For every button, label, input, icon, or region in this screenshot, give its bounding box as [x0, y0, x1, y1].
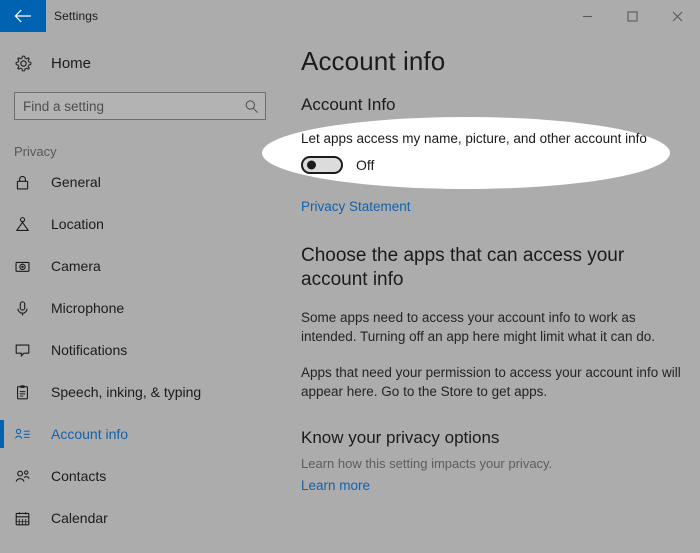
sidebar-item-contacts-label: Contacts — [51, 468, 107, 484]
people-icon — [14, 468, 36, 485]
account-info-toggle-description: Let apps access my name, picture, and ot… — [301, 131, 647, 146]
sidebar-item-account-info-label: Account info — [51, 426, 129, 442]
sidebar-item-contacts[interactable]: Contacts — [0, 455, 285, 497]
account-info-toggle-row: Off — [301, 156, 661, 174]
search-input[interactable] — [15, 93, 237, 119]
choose-apps-paragraph-1: Some apps need to access your account in… — [301, 309, 655, 345]
main-content: Account info Account Info Privacy Statem… — [285, 32, 700, 553]
sidebar-item-location-label: Location — [51, 216, 104, 232]
sidebar-item-general-label: General — [51, 174, 101, 190]
toggle-knob — [307, 160, 316, 170]
sidebar-section-label: Privacy — [14, 144, 57, 159]
account-info-group-title: Account Info — [301, 95, 396, 114]
sidebar-item-notifications-label: Notifications — [51, 342, 128, 358]
location-pin-icon — [14, 216, 36, 233]
contact-card-icon — [14, 426, 36, 443]
sidebar-item-general[interactable]: General — [0, 161, 285, 203]
sidebar-item-calendar[interactable]: Calendar — [0, 497, 285, 539]
highlighted-toggle-group: Let apps access my name, picture, and ot… — [301, 131, 661, 174]
minimize-icon — [582, 11, 593, 22]
sidebar-item-speech-inking-typing[interactable]: Speech, inking, & typing — [0, 371, 285, 413]
sidebar-item-microphone-label: Microphone — [51, 300, 125, 316]
close-icon — [672, 11, 683, 22]
sidebar-item-camera[interactable]: Camera — [0, 245, 285, 287]
choose-apps-paragraph-2: Apps that need your permission to access… — [301, 364, 681, 400]
sidebar-item-microphone[interactable]: Microphone — [0, 287, 285, 329]
close-button[interactable] — [655, 0, 700, 32]
maximize-button[interactable] — [610, 0, 655, 32]
privacy-statement-link[interactable]: Privacy Statement — [301, 199, 411, 214]
lock-icon — [14, 174, 36, 191]
sidebar-item-calendar-label: Calendar — [51, 510, 108, 526]
back-arrow-icon — [14, 9, 32, 23]
calendar-icon — [14, 510, 36, 527]
learn-more-link[interactable]: Learn more — [301, 478, 370, 493]
privacy-options-heading: Know your privacy options — [301, 427, 500, 447]
back-button[interactable] — [0, 0, 46, 32]
minimize-button[interactable] — [565, 0, 610, 32]
search-icon[interactable] — [237, 99, 265, 114]
sidebar-item-account-info[interactable]: Account info — [0, 413, 285, 455]
sidebar-item-speech-inking-typing-label: Speech, inking, & typing — [51, 384, 202, 400]
selection-indicator — [0, 420, 4, 448]
sidebar-item-home[interactable]: Home — [0, 46, 285, 80]
search-box[interactable] — [14, 92, 266, 120]
title-bar: Settings — [0, 0, 700, 32]
sidebar-item-location[interactable]: Location — [0, 203, 285, 245]
sidebar-item-home-label: Home — [51, 54, 92, 72]
window-controls — [565, 0, 700, 32]
window-title: Settings — [54, 9, 99, 23]
gear-icon — [14, 54, 36, 73]
sidebar-item-camera-label: Camera — [51, 258, 101, 274]
clipboard-icon — [14, 384, 36, 401]
account-info-toggle[interactable] — [301, 156, 343, 174]
privacy-options-description: Learn how this setting impacts your priv… — [301, 455, 553, 471]
account-info-toggle-state: Off — [356, 157, 375, 173]
sidebar: Home Privacy General Location — [0, 32, 285, 553]
microphone-icon — [14, 300, 36, 317]
choose-apps-heading: Choose the apps that can access your acc… — [301, 245, 625, 290]
page-title: Account info — [301, 46, 446, 76]
maximize-icon — [627, 10, 638, 22]
speech-bubble-icon — [14, 342, 36, 359]
sidebar-item-notifications[interactable]: Notifications — [0, 329, 285, 371]
camera-icon — [14, 258, 36, 275]
